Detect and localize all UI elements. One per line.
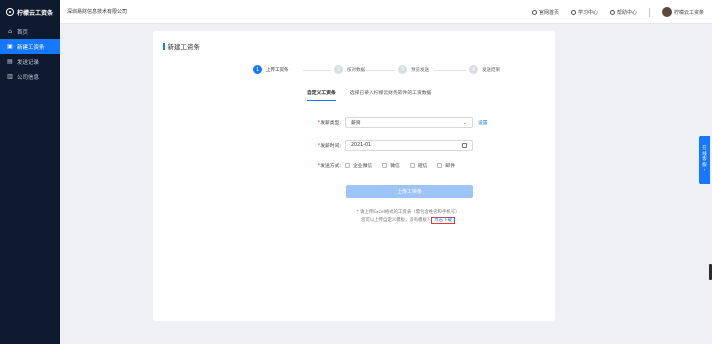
step-progress: 1 上传工资条 2 核对数据 3 预览发送 4 发送结果 bbox=[253, 65, 500, 75]
pay-type-setting-link[interactable]: 设置 bbox=[478, 119, 488, 126]
step-verify: 2 核对数据 bbox=[334, 65, 365, 74]
learning-center-label: 学习中心 bbox=[577, 9, 598, 16]
checkbox-icon bbox=[382, 163, 388, 168]
top-bar: 深圳易财信息技术有限公司 官网首页 学习中心 帮助中心 柠檬云工资条 bbox=[60, 0, 712, 24]
sidebar-item-new-payslip[interactable]: ▣ 新建工资条 bbox=[0, 39, 60, 54]
main-card: 新建工资条 1 上传工资条 2 核对数据 3 预览发送 4 发送结果 自定义工资… bbox=[153, 31, 555, 321]
source-tabs: 自定义工资条 选择已录入柠檬云财务软件的工资数据 bbox=[307, 89, 431, 101]
send-method-row: *发送方式: 企业微信 微信 短信 邮件 bbox=[308, 162, 455, 169]
top-links: 官网首页 学习中心 帮助中心 柠檬云工资条 bbox=[531, 0, 704, 24]
step-connector bbox=[434, 69, 466, 71]
pay-time-label: *发薪时间: bbox=[317, 144, 341, 149]
step-number: 1 bbox=[253, 65, 262, 74]
title-accent-bar bbox=[163, 42, 165, 50]
checkbox-icon bbox=[437, 163, 443, 168]
step-preview: 3 预览发送 bbox=[398, 65, 429, 74]
download-template-link[interactable]: 点击下载 bbox=[431, 217, 455, 224]
user-menu[interactable]: 柠檬云工资条 bbox=[661, 7, 704, 17]
pay-type-value: 薪资 bbox=[351, 121, 361, 126]
divider bbox=[648, 7, 650, 17]
step-label: 核对数据 bbox=[347, 67, 365, 73]
pay-type-label: *发薪类型: bbox=[317, 121, 341, 126]
step-number: 2 bbox=[334, 65, 343, 74]
template-tip: 您可以上传自定义模板，没有模板？ 点击下载 bbox=[303, 217, 513, 224]
calendar-icon bbox=[462, 143, 467, 148]
step-label: 上传工资条 bbox=[266, 67, 289, 73]
checkbox-icon bbox=[345, 163, 350, 168]
send-method-label: *发送方式: bbox=[317, 164, 341, 169]
method-sms-checkbox[interactable]: 短信 bbox=[409, 162, 427, 169]
step-label: 发送结果 bbox=[482, 67, 500, 73]
avatar bbox=[661, 7, 672, 17]
sidebar-item-company-info[interactable]: ▥ 公司信息 bbox=[0, 69, 60, 84]
help-center-link[interactable]: 帮助中心 bbox=[609, 9, 637, 16]
method-wechat-checkbox[interactable]: 微信 bbox=[382, 162, 400, 169]
record-icon: ▤ bbox=[7, 57, 13, 65]
lemon-logo-icon bbox=[6, 8, 14, 16]
pay-type-row: *发薪类型: 薪资 ⌄ 设置 bbox=[308, 117, 488, 128]
new-doc-icon: ▣ bbox=[7, 42, 13, 50]
method-email-checkbox[interactable]: 邮件 bbox=[437, 162, 455, 169]
sidebar-item-label: 发送记录 bbox=[17, 59, 40, 66]
chevron-down-icon: ⌄ bbox=[462, 119, 467, 126]
sidebar-item-home[interactable]: ⌂ 首页 bbox=[0, 24, 60, 39]
step-upload: 1 上传工资条 bbox=[253, 65, 289, 74]
sidebar-item-label: 公司信息 bbox=[17, 74, 40, 81]
sidebar-item-send-records[interactable]: ▤ 发送记录 bbox=[0, 54, 60, 69]
checkbox-icon bbox=[409, 163, 415, 168]
step-number: 3 bbox=[398, 65, 407, 74]
help-center-label: 帮助中心 bbox=[616, 9, 637, 16]
method-wecom-checkbox[interactable]: 企业微信 bbox=[345, 162, 372, 169]
tab-finance-software-data[interactable]: 选择已录入柠檬云财务软件的工资数据 bbox=[350, 89, 432, 101]
step-connector bbox=[360, 69, 395, 71]
sidebar-item-label: 新建工资条 bbox=[17, 44, 45, 51]
learn-icon bbox=[570, 9, 576, 15]
company-icon: ▥ bbox=[7, 72, 13, 80]
company-name: 深圳易财信息技术有限公司 bbox=[67, 9, 128, 15]
page-title: 新建工资条 bbox=[163, 41, 200, 51]
pay-time-picker[interactable]: 2021-01 bbox=[345, 140, 473, 151]
upload-tip: * 请上传Excel格式的工资表（需包含姓名和手机号） bbox=[356, 210, 460, 215]
step-connector bbox=[303, 69, 331, 71]
sidebar: 柠檬云工资条 ⌂ 首页 ▣ 新建工资条 ▤ 发送记录 ▥ 公司信息 bbox=[0, 0, 60, 344]
pay-time-value: 2021-01 bbox=[351, 143, 372, 148]
online-service-button[interactable]: 在 线 客 服 › bbox=[699, 136, 710, 184]
step-result: 4 发送结果 bbox=[469, 65, 500, 74]
official-site-link[interactable]: 官网首页 bbox=[531, 9, 559, 16]
pay-type-select[interactable]: 薪资 ⌄ bbox=[345, 117, 473, 128]
help-icon bbox=[609, 9, 615, 15]
pay-time-row: *发薪时间: 2021-01 bbox=[308, 140, 473, 151]
learning-center-link[interactable]: 学习中心 bbox=[570, 9, 598, 16]
logo-text: 柠檬云工资条 bbox=[17, 9, 54, 17]
template-tip-text: 您可以上传自定义模板，没有模板？ bbox=[361, 218, 432, 223]
tab-custom-payslip[interactable]: 自定义工资条 bbox=[307, 89, 336, 101]
app-logo[interactable]: 柠檬云工资条 bbox=[0, 0, 60, 24]
step-label: 预览发送 bbox=[411, 67, 429, 73]
official-site-label: 官网首页 bbox=[538, 9, 559, 16]
home-icon: ⌂ bbox=[8, 27, 12, 35]
page-title-text: 新建工资条 bbox=[167, 43, 201, 51]
step-number: 4 bbox=[469, 65, 478, 74]
user-name: 柠檬云工资条 bbox=[673, 9, 704, 16]
globe-icon bbox=[531, 9, 537, 15]
sidebar-item-label: 首页 bbox=[17, 29, 29, 36]
chevron-right-icon: › bbox=[703, 168, 706, 174]
send-method-options: 企业微信 微信 短信 邮件 bbox=[345, 162, 455, 169]
upload-payslip-button[interactable]: 上传工资条 bbox=[346, 185, 473, 198]
